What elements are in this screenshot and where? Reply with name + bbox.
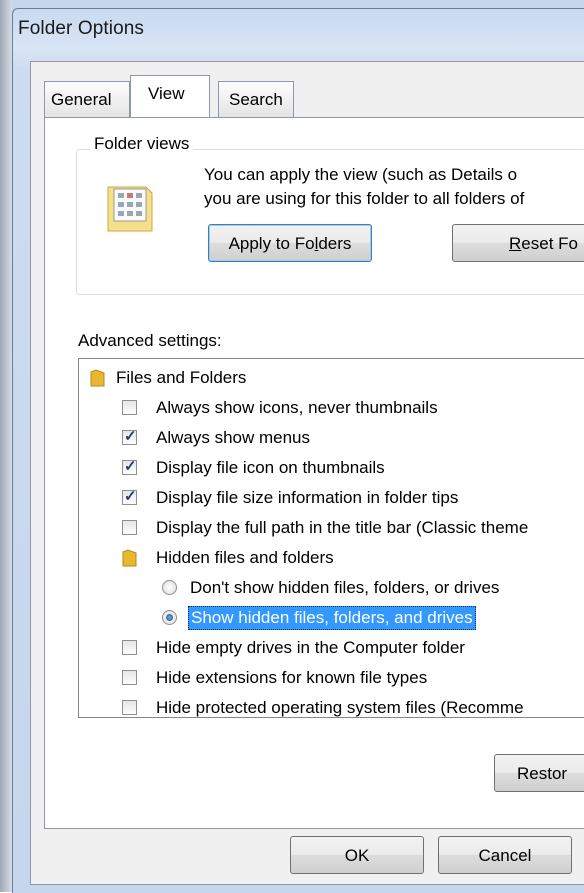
folder-icon bbox=[122, 549, 137, 567]
option-display-full-path[interactable]: Display the full path in the title bar (… bbox=[116, 513, 576, 543]
option-always-show-icons[interactable]: Always show icons, never thumbnails bbox=[116, 393, 576, 423]
tree-folder-files-and-folders: Files and Folders bbox=[88, 363, 568, 393]
description-line-2: you are using for this folder to all fol… bbox=[204, 189, 525, 208]
tab-search[interactable]: Search bbox=[218, 81, 294, 117]
option-hide-empty-drives[interactable]: Hide empty drives in the Computer folder bbox=[116, 633, 576, 663]
option-label: Display file size information in folder … bbox=[156, 488, 459, 507]
option-label: Display the full path in the title bar (… bbox=[156, 518, 529, 537]
option-show-hidden[interactable]: Show hidden files, folders, and drives bbox=[156, 603, 576, 633]
window-title: Folder Options bbox=[18, 18, 145, 39]
option-hide-extensions[interactable]: Hide extensions for known file types bbox=[116, 663, 576, 693]
apply-label-part: Apply to Fo bbox=[228, 234, 315, 253]
cancel-button[interactable]: Cancel bbox=[438, 836, 572, 874]
advanced-settings-label: Advanced settings: bbox=[78, 331, 222, 350]
option-display-file-icon[interactable]: Display file icon on thumbnails bbox=[116, 453, 576, 483]
checkbox[interactable] bbox=[122, 457, 137, 475]
tree-item-label: Hidden files and folders bbox=[156, 548, 334, 567]
window-shadow bbox=[0, 0, 12, 892]
reset-access-key: R bbox=[509, 234, 522, 253]
restore-defaults-button[interactable]: Restor bbox=[494, 754, 584, 792]
description-line-1: You can apply the view (such as Details … bbox=[204, 165, 518, 184]
checkbox[interactable] bbox=[122, 427, 137, 445]
folder-icon bbox=[90, 369, 105, 387]
checkbox[interactable] bbox=[122, 700, 137, 715]
tree-item-label: Files and Folders bbox=[116, 368, 247, 387]
radio-button[interactable] bbox=[162, 580, 177, 595]
checkbox[interactable] bbox=[122, 520, 137, 535]
option-label: Display file icon on thumbnails bbox=[156, 458, 385, 477]
checkbox[interactable] bbox=[122, 487, 137, 505]
option-label: Always show icons, never thumbnails bbox=[156, 398, 438, 417]
option-label: Hide empty drives in the Computer folder bbox=[156, 638, 465, 657]
tab-general[interactable]: General bbox=[44, 81, 130, 117]
radio-button[interactable] bbox=[162, 610, 177, 625]
option-label: Always show menus bbox=[156, 428, 311, 447]
folder-views-label: Folder views bbox=[90, 134, 194, 154]
tab-view[interactable]: View bbox=[130, 75, 210, 117]
checkbox[interactable] bbox=[122, 400, 137, 415]
apply-label-part: ders bbox=[318, 234, 352, 253]
option-always-show-menus[interactable]: Always show menus bbox=[116, 423, 576, 453]
apply-to-folders-button[interactable]: Apply to Folders bbox=[208, 224, 372, 262]
option-hide-protected-files[interactable]: Hide protected operating system files (R… bbox=[116, 693, 576, 723]
ok-button[interactable]: OK bbox=[290, 836, 424, 874]
option-display-file-size[interactable]: Display file size information in folder … bbox=[116, 483, 576, 513]
tree-folder-hidden-files: Hidden files and folders bbox=[116, 543, 576, 573]
folder-views-icon bbox=[106, 183, 154, 233]
folder-views-description: You can apply the view (such as Details … bbox=[204, 163, 524, 211]
option-label: Don't show hidden files, folders, or dri… bbox=[190, 578, 500, 597]
reset-folders-button[interactable]: Reset Fo bbox=[452, 224, 584, 262]
checkbox[interactable] bbox=[122, 670, 137, 685]
option-label-selected: Show hidden files, folders, and drives bbox=[188, 606, 476, 630]
checkbox[interactable] bbox=[122, 640, 137, 655]
reset-label-part: eset Fo bbox=[521, 234, 578, 253]
option-dont-show-hidden[interactable]: Don't show hidden files, folders, or dri… bbox=[156, 573, 576, 603]
option-label: Hide protected operating system files (R… bbox=[156, 698, 524, 717]
option-label: Hide extensions for known file types bbox=[156, 668, 428, 687]
